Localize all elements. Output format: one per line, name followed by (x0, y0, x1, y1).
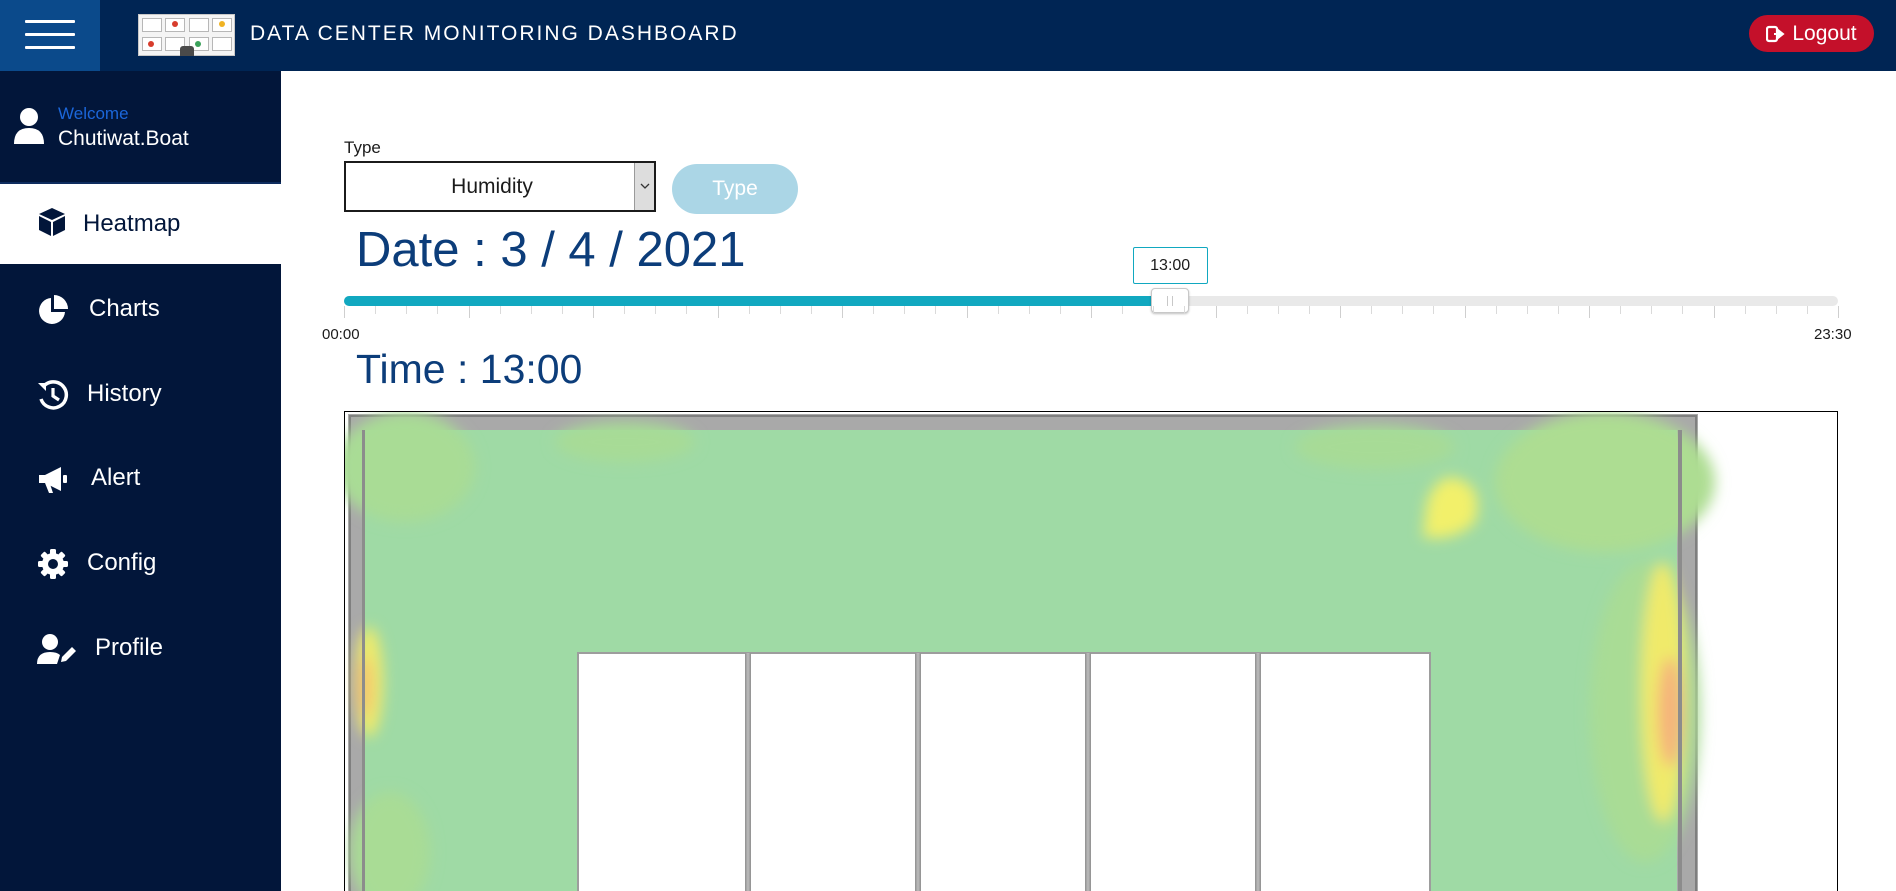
slider-ticks (344, 306, 1839, 318)
slider-tick (1682, 306, 1684, 314)
slider-tick (966, 306, 968, 318)
logout-button[interactable]: Logout (1749, 15, 1874, 52)
slider-tick (1059, 306, 1061, 314)
sidebar-item-label: History (87, 380, 162, 407)
type-select[interactable]: Humidity (344, 161, 656, 212)
welcome-text: Welcome (58, 104, 129, 123)
slider-fill (344, 296, 1171, 306)
hamburger-icon (25, 20, 75, 23)
slider-max-label: 23:30 (1814, 326, 1852, 343)
slider-tick (1153, 306, 1155, 314)
logout-label: Logout (1792, 21, 1857, 45)
slider-tick (1464, 306, 1466, 318)
slider-tick (1122, 306, 1124, 314)
slider-tick (1713, 306, 1715, 318)
user-name: Chutiwat.Boat (58, 127, 189, 150)
slider-tick (1495, 306, 1497, 314)
user-icon (14, 108, 44, 144)
sidebar-item-charts[interactable]: Charts (0, 269, 281, 349)
type-button[interactable]: Type (672, 164, 798, 214)
slider-tick (810, 306, 812, 314)
slider-tick (1277, 306, 1279, 314)
slider-tick (1028, 306, 1030, 314)
slider-tick (1091, 306, 1092, 318)
slider-tick (655, 306, 657, 314)
sidebar-item-label: Profile (95, 634, 164, 661)
slider-tick (1589, 306, 1590, 318)
cube-icon (39, 208, 65, 236)
slider-tick (1340, 306, 1341, 318)
megaphone-icon (39, 467, 67, 493)
slider-tick (375, 306, 377, 314)
slider-tick (1526, 306, 1528, 314)
gear-icon (38, 549, 68, 579)
type-select-value: Humidity (451, 175, 533, 198)
slider-tick (1308, 306, 1310, 314)
slider-tick (717, 306, 719, 318)
user-edit-icon (37, 634, 76, 664)
sidebar-item-config[interactable]: Config (0, 523, 281, 603)
hamburger-icon (25, 46, 75, 49)
slider-value-tooltip: 13:00 (1132, 247, 1208, 284)
slider-tick (686, 306, 688, 314)
slider-tick (748, 306, 750, 314)
sidebar-item-label: Alert (91, 464, 141, 491)
slider-tick (997, 306, 999, 314)
slider-tick (842, 306, 843, 318)
slider-tick (1557, 306, 1559, 314)
sidebar: Welcome Chutiwat.Boat Heatmap Charts His… (0, 71, 281, 891)
slider-min-label: 00:00 (322, 326, 360, 343)
slider-tick (593, 306, 594, 318)
slider-tick (1651, 306, 1653, 314)
app-logo (138, 14, 235, 56)
slider-tick (1775, 306, 1777, 314)
heatmap-panel (344, 411, 1838, 891)
time-heading: Time : 13:00 (356, 346, 583, 392)
slider-tick (406, 306, 408, 314)
slider-tick (873, 306, 875, 314)
slider-tick (1184, 306, 1186, 314)
menu-toggle-button[interactable] (0, 0, 100, 71)
top-bar: DATA CENTER MONITORING DASHBOARD Logout (0, 0, 1896, 71)
sidebar-item-alert[interactable]: Alert (0, 438, 281, 518)
sidebar-item-label: Heatmap (83, 210, 181, 237)
slider-tick (1620, 306, 1622, 314)
slider-tick (1806, 306, 1808, 314)
user-panel: Welcome Chutiwat.Boat (0, 71, 281, 183)
heatmap-image (345, 412, 1715, 891)
sidebar-item-label: Config (87, 549, 157, 576)
slider-tick (1433, 306, 1435, 314)
slider-tick (499, 306, 501, 314)
sidebar-item-heatmap[interactable]: Heatmap (0, 184, 281, 264)
hamburger-icon (25, 33, 75, 36)
pie-chart-icon (39, 295, 68, 324)
sidebar-item-history[interactable]: History (0, 354, 281, 434)
slider-tick (561, 306, 563, 314)
slider-tick (1402, 306, 1404, 314)
slider-tick (1744, 306, 1746, 314)
slider-tick (437, 306, 439, 314)
chevron-down-icon (640, 183, 650, 189)
slider-tick (1246, 306, 1248, 314)
slider-tick (1215, 306, 1217, 318)
type-label: Type (344, 138, 381, 157)
sidebar-item-label: Charts (89, 295, 160, 322)
slider-tick (1371, 306, 1373, 314)
slider-tick (344, 306, 345, 318)
slider-tick (1838, 306, 1839, 318)
select-arrow[interactable] (634, 163, 654, 210)
slider-tick (904, 306, 906, 314)
slider-tick (779, 306, 781, 314)
date-heading: Date : 3 / 4 / 2021 (356, 223, 746, 277)
app-title: DATA CENTER MONITORING DASHBOARD (250, 22, 739, 45)
slider-tick (530, 306, 532, 314)
sidebar-item-profile[interactable]: Profile (0, 608, 281, 688)
slider-tick (468, 306, 470, 318)
history-icon (38, 380, 69, 410)
logout-icon (1766, 25, 1785, 42)
slider-tick (935, 306, 937, 314)
slider-tick (624, 306, 626, 314)
